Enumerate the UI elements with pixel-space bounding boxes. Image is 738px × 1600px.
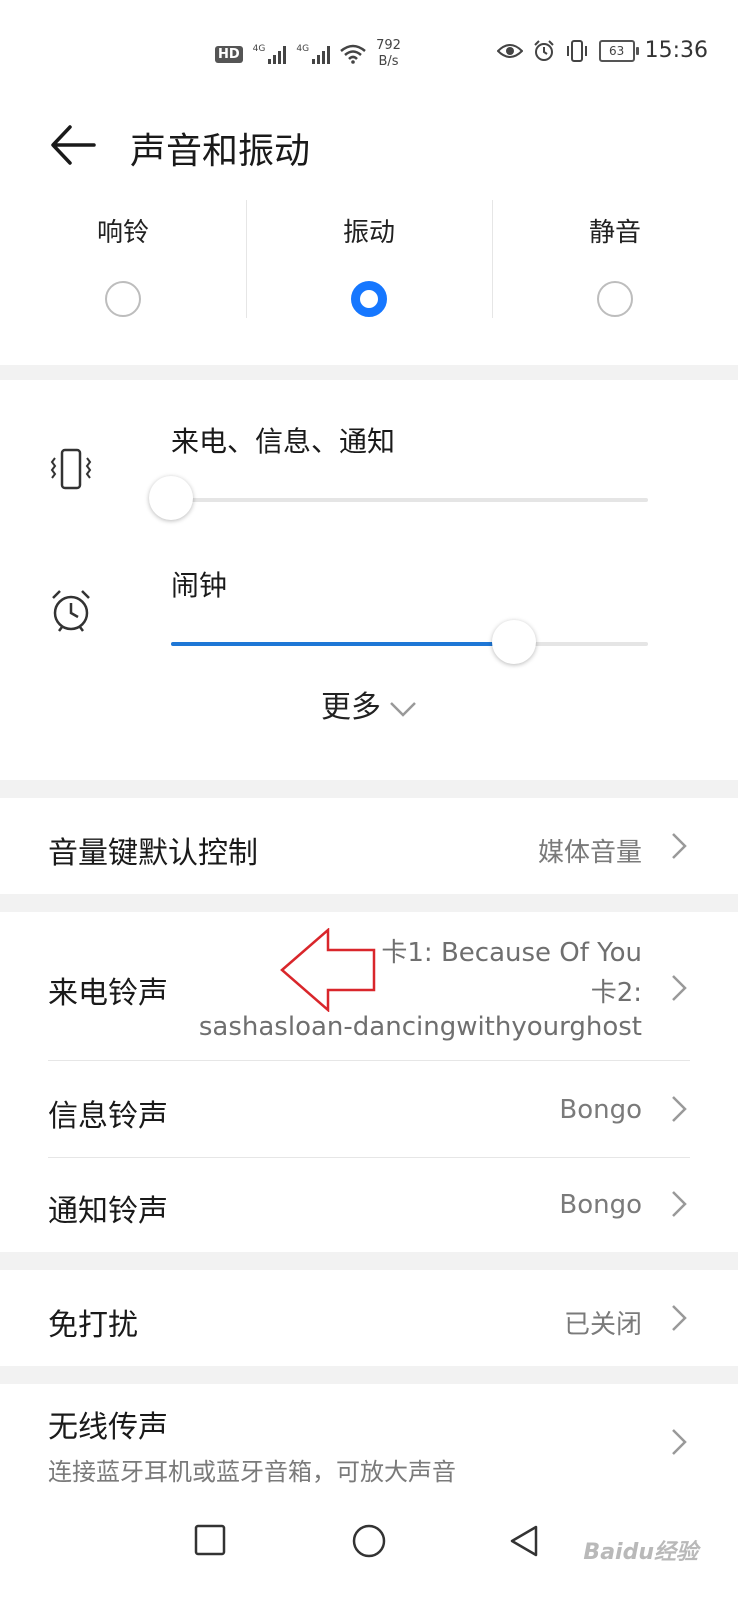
dnd-item[interactable]: 免打扰 已关闭 [48,1270,688,1366]
volume-key-title: 音量键默认控制 [48,836,258,871]
chevron-right-icon [672,1191,687,1217]
alarm-volume-fill [171,642,515,646]
status-right: 63 15:36 [496,38,708,63]
mode-ring-radio[interactable] [105,281,141,317]
sound-mode-selector: 响铃 振动 静音 [0,200,738,365]
navigation-bar: Baidu经验 [0,1500,738,1600]
dnd-card: 免打扰 已关闭 [0,1270,738,1366]
wifi-icon [340,44,366,64]
message-tone-title: 信息铃声 [48,1099,168,1134]
more-label: 更多 [321,690,381,725]
mode-ring[interactable]: 响铃 [0,200,246,365]
clock: 15:36 [644,38,708,63]
calls-volume-thumb[interactable] [149,476,193,520]
speed-value: 792 [376,38,401,53]
ringtone-item[interactable]: 来电铃声 卡1: Because Of You 卡2: sashasloan-d… [48,912,688,1060]
page-title: 声音和振动 [130,131,311,172]
recent-apps-icon[interactable] [194,1524,226,1556]
ringtone-sim2-label: 卡2: [590,978,642,1008]
sim2-network-label: 4G [296,44,310,54]
mode-vibrate-label: 振动 [342,218,395,248]
eye-icon [496,43,523,58]
chevron-right-icon [672,1096,687,1122]
signal-sim1-icon: 4G [253,44,287,64]
battery-icon: 63 [598,39,639,62]
dnd-value: 已关闭 [563,1310,642,1340]
chevron-right-icon [672,1429,687,1455]
mode-silent[interactable]: 静音 [492,200,738,365]
signal-sim2-icon: 4G [296,44,331,64]
home-icon[interactable] [352,1524,386,1558]
ringtone-title: 来电铃声 [48,976,168,1011]
mode-silent-label: 静音 [588,218,641,248]
mode-ring-label: 响铃 [96,218,149,248]
wireless-title: 无线传声 [48,1410,168,1445]
watermark-logo: Baidu经验 [583,1540,698,1565]
sim1-network-label: 4G [252,44,266,54]
chevron-right-icon [672,1305,687,1331]
message-tone-item[interactable]: 信息铃声 Bongo [48,1061,688,1157]
tones-card: 来电铃声 卡1: Because Of You 卡2: sashasloan-d… [0,912,738,1252]
message-tone-value: Bongo [559,1095,642,1125]
ringtone-sim2-value: sashasloan-dancingwithyourghost [198,1012,642,1042]
alarm-volume-slider[interactable] [171,620,648,664]
alarm-clock-icon [52,590,90,632]
status-bar: HD 4G 4G 792 B/s 63 15:36 [0,0,738,100]
app-header: 声音和振动 [0,100,738,200]
notification-tone-item[interactable]: 通知铃声 Bongo [48,1158,688,1252]
alarm-volume-label: 闹钟 [171,569,228,602]
notification-tone-title: 通知铃声 [48,1194,168,1229]
wireless-card: 无线传声 连接蓝牙耳机或蓝牙音箱，可放大声音 [0,1384,738,1500]
alarm-status-icon [533,39,554,61]
wireless-subtitle: 连接蓝牙耳机或蓝牙音箱，可放大声音 [48,1458,456,1486]
speed-unit: B/s [378,54,399,69]
network-speed: 792 B/s [376,38,401,70]
dnd-title: 免打扰 [48,1308,138,1343]
volume-key-item[interactable]: 音量键默认控制 媒体音量 [48,798,688,894]
annotation-arrow-icon [280,928,376,1012]
mode-silent-radio[interactable] [597,281,633,317]
vibrate-status-icon [566,39,587,62]
back-arrow-icon[interactable] [50,122,96,168]
status-left: HD 4G 4G 792 B/s [215,38,401,70]
wireless-item[interactable]: 无线传声 连接蓝牙耳机或蓝牙音箱，可放大声音 [48,1384,688,1500]
hd-voice-icon: HD [215,45,243,63]
chevron-right-icon [672,833,687,859]
notification-tone-value: Bongo [559,1190,642,1220]
vibrate-icon [50,448,92,490]
chevron-right-icon [672,975,687,1001]
volume-card: 来电、信息、通知 闹钟 更多 [0,380,738,780]
calls-volume-label: 来电、信息、通知 [171,425,396,458]
volume-key-card: 音量键默认控制 媒体音量 [0,798,738,894]
back-nav-icon[interactable] [508,1524,540,1558]
mode-vibrate[interactable]: 振动 [246,200,492,365]
mode-vibrate-radio[interactable] [351,281,387,317]
chevron-down-icon [390,701,416,717]
more-button[interactable]: 更多 [0,682,738,726]
ringtone-sim1: 卡1: Because Of You [381,938,642,968]
calls-volume-slider[interactable] [149,476,648,520]
volume-key-value: 媒体音量 [537,838,642,868]
alarm-volume-thumb[interactable] [492,620,537,664]
